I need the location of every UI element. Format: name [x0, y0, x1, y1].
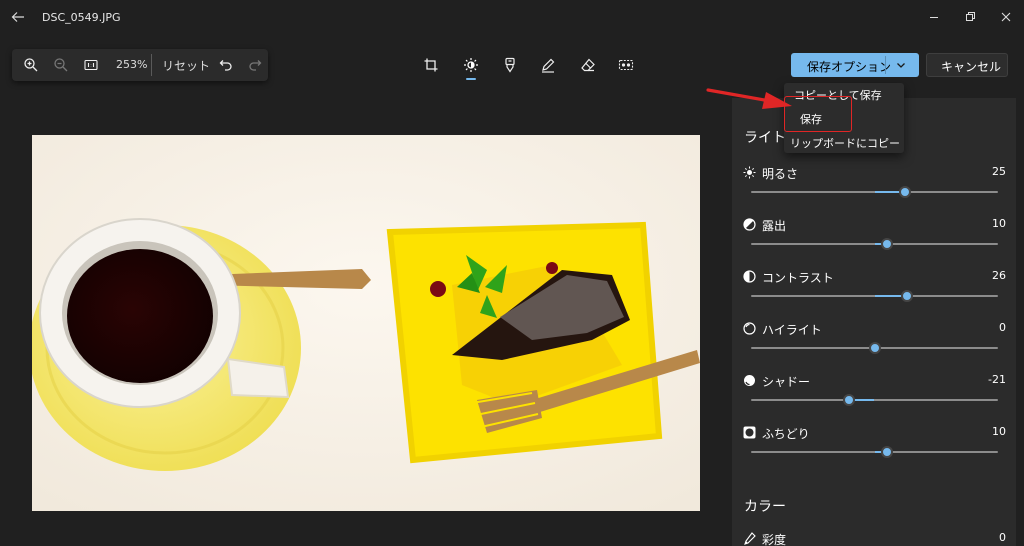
- brightness-icon: [743, 166, 756, 179]
- highlights-label: ハイライト: [762, 323, 822, 337]
- chevron-down-icon[interactable]: [895, 59, 907, 71]
- highlights-icon: [743, 322, 756, 335]
- save-options-button[interactable]: 保存オプション: [791, 53, 919, 77]
- brightness-label: 明るさ: [762, 167, 799, 181]
- brightness-slider[interactable]: [751, 186, 998, 198]
- close-icon[interactable]: [998, 9, 1014, 25]
- cancel-button[interactable]: キャンセル: [926, 53, 1008, 77]
- zoombar-divider: [151, 54, 152, 76]
- exposure-slider-thumb[interactable]: [880, 238, 893, 250]
- exposure-slider[interactable]: [751, 238, 998, 250]
- crop-icon[interactable]: [423, 57, 439, 73]
- shadows-label: シャドー: [762, 375, 811, 389]
- brightness-value: 25: [992, 165, 1006, 178]
- zoom-out-icon[interactable]: [53, 57, 69, 73]
- window-title: DSC_0549.JPG: [42, 11, 121, 24]
- exposure-icon: [743, 218, 756, 231]
- shadows-value: -21: [988, 373, 1006, 386]
- menu-item-copy-to-clipboard[interactable]: リップボードにコピー: [790, 135, 900, 151]
- shadows-slider[interactable]: [751, 394, 998, 406]
- contrast-row: コントラスト 26: [732, 268, 1016, 320]
- highlights-slider[interactable]: [751, 342, 998, 354]
- markup-icon[interactable]: [540, 57, 556, 73]
- shadows-icon: [744, 375, 755, 386]
- zoom-toolbar: 253% リセット: [12, 49, 268, 81]
- undo-icon[interactable]: [218, 57, 234, 73]
- cancel-label: キャンセル: [941, 60, 1002, 74]
- zoom-in-icon[interactable]: [23, 57, 39, 73]
- adjust-icon[interactable]: [463, 57, 479, 73]
- shadows-slider-thumb[interactable]: [842, 394, 855, 406]
- vignette-icon: [743, 426, 756, 439]
- contrast-icon: [743, 270, 756, 283]
- save-options-divider: [885, 56, 886, 74]
- saturation-row: 彩度 0: [732, 530, 1016, 546]
- exposure-value: 10: [992, 217, 1006, 230]
- restore-icon[interactable]: [962, 9, 978, 25]
- contrast-label: コントラスト: [762, 271, 834, 285]
- redo-icon[interactable]: [247, 57, 263, 73]
- section-color-heading: カラー: [744, 499, 786, 515]
- saturation-label: 彩度: [762, 533, 787, 546]
- actual-size-icon[interactable]: [83, 57, 99, 73]
- zoom-level: 253%: [116, 58, 148, 71]
- contrast-value: 26: [992, 269, 1006, 282]
- vignette-slider[interactable]: [751, 446, 998, 458]
- background-blur-icon[interactable]: [618, 57, 634, 73]
- vignette-label: ふちどり: [762, 427, 810, 441]
- vignette-row: ふちどり 10: [732, 424, 1016, 476]
- brightness-row: 明るさ 25: [732, 164, 1016, 216]
- annotation-arrow-icon: [706, 88, 792, 109]
- highlights-value: 0: [999, 321, 1006, 334]
- photo-canvas[interactable]: [32, 135, 700, 511]
- saturation-value: 0: [999, 531, 1006, 544]
- minimize-icon[interactable]: [926, 9, 942, 25]
- title-bar: DSC_0549.JPG: [0, 0, 1024, 36]
- section-light-heading: ライト: [744, 130, 786, 146]
- highlights-row: ハイライト 0: [732, 320, 1016, 372]
- vignette-slider-thumb[interactable]: [880, 446, 893, 458]
- exposure-label: 露出: [762, 219, 787, 233]
- shadows-row: シャドー -21: [732, 372, 1016, 424]
- save-options-label: 保存オプション: [807, 60, 892, 74]
- active-tool-indicator: [466, 78, 476, 80]
- reset-button[interactable]: リセット: [162, 57, 210, 74]
- highlights-slider-thumb[interactable]: [868, 342, 881, 354]
- contrast-slider[interactable]: [751, 290, 998, 302]
- back-arrow-icon[interactable]: [10, 9, 26, 25]
- contrast-slider-thumb[interactable]: [900, 290, 913, 302]
- coffee: [67, 249, 213, 383]
- filter-icon[interactable]: [502, 57, 518, 73]
- erase-icon[interactable]: [580, 57, 596, 73]
- vignette-value: 10: [992, 425, 1006, 438]
- saturation-icon: [744, 532, 756, 545]
- adjustment-panel: ライト 明るさ 25 露出 10 コントラスト 26 ハイライト 0 シャドー …: [732, 98, 1016, 546]
- exposure-row: 露出 10: [732, 216, 1016, 268]
- brightness-slider-thumb[interactable]: [899, 186, 912, 198]
